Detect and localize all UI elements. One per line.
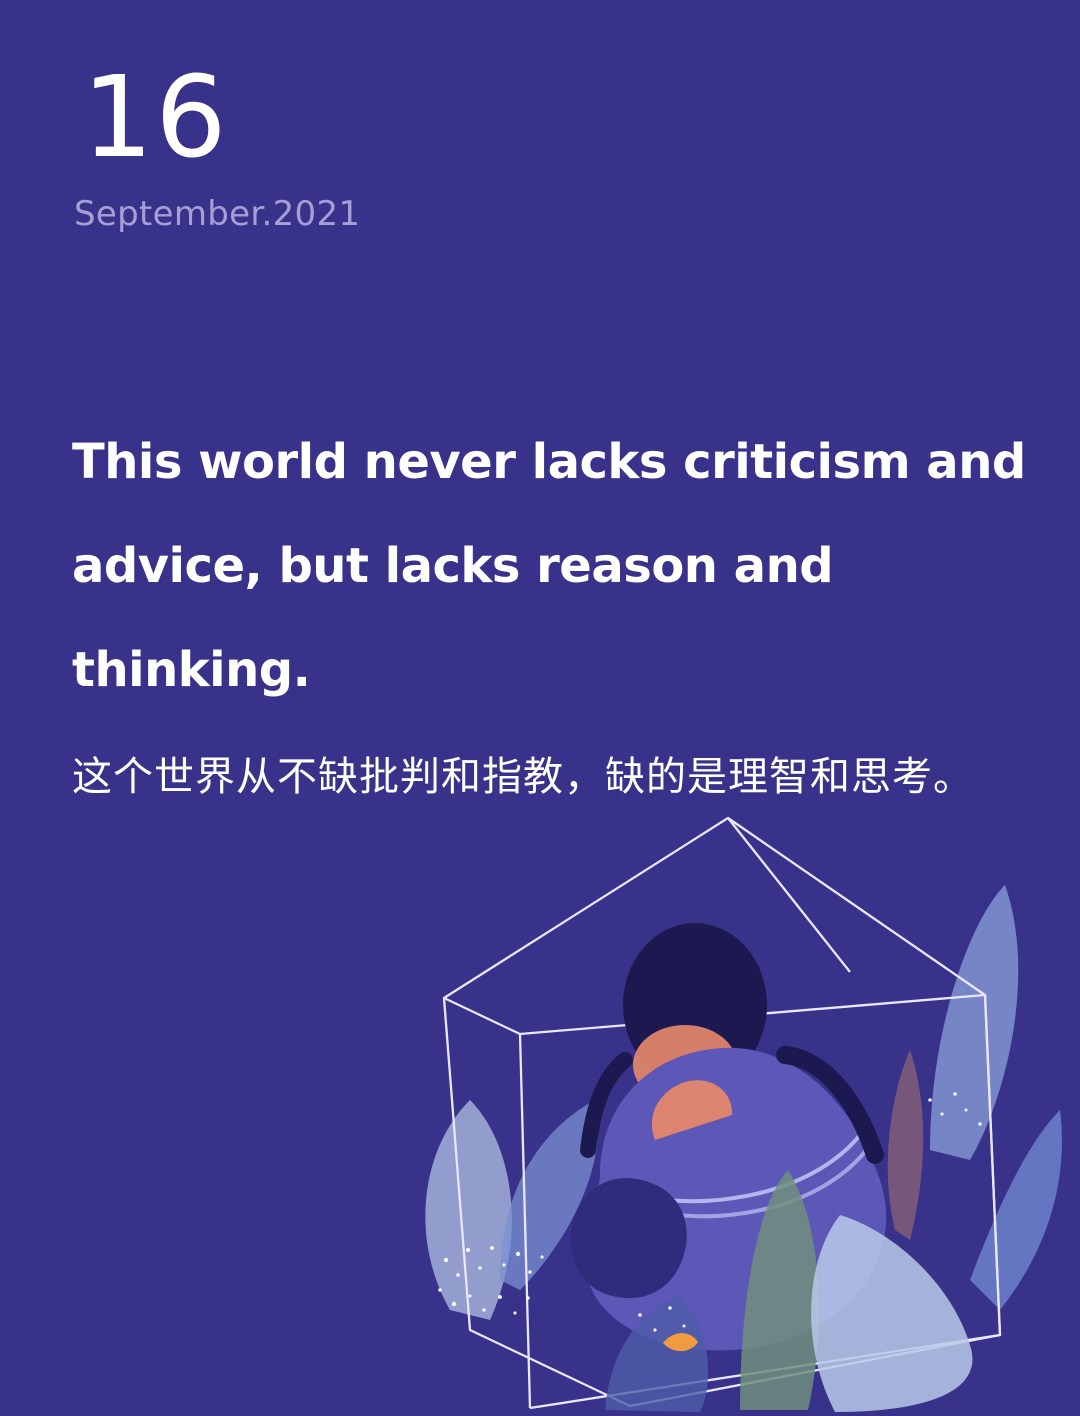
girl-in-glass-house-illustration (410, 810, 1070, 1412)
left-leaf-decoration (425, 1100, 512, 1320)
foreground-leaf-light (811, 1215, 973, 1412)
date-day: 16 (82, 53, 229, 183)
right-leaf-decoration (970, 1110, 1062, 1310)
right-plant-decoration (887, 1050, 924, 1240)
date-month-year: September.2021 (74, 194, 361, 234)
quote-chinese: 这个世界从不缺批判和指教，缺的是理智和思考。 (72, 754, 974, 800)
quote-english: This world never lacks criticism and adv… (72, 434, 1026, 698)
right-large-leaf-decoration (930, 885, 1019, 1160)
